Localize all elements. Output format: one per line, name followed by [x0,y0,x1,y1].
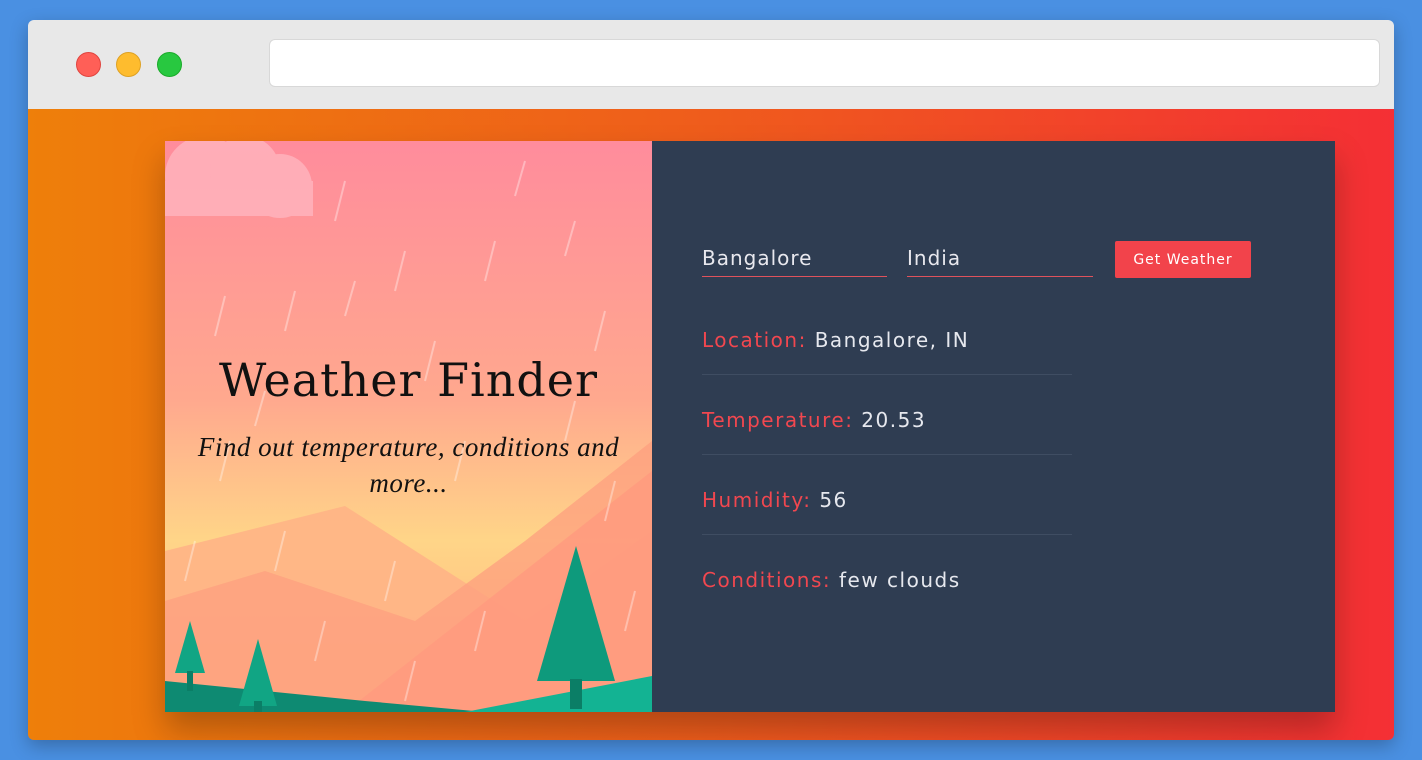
address-bar[interactable] [269,39,1380,87]
location-row: Location: Bangalore, IN [702,328,1072,375]
close-window-button[interactable] [76,52,101,77]
maximize-window-button[interactable] [157,52,182,77]
weather-card: Weather Finder Find out temperature, con… [165,141,1335,712]
conditions-label: Conditions: [702,568,832,592]
cloud-icon [165,141,313,218]
temperature-label: Temperature: [702,408,854,432]
browser-toolbar [28,20,1394,109]
city-input[interactable] [702,244,887,277]
location-value: Bangalore, IN [814,328,970,352]
weather-panel: Get Weather Location: Bangalore, IN Temp… [652,141,1335,712]
temperature-row: Temperature: 20.53 [702,408,1072,455]
browser-window: Weather Finder Find out temperature, con… [28,20,1394,740]
temperature-value: 20.53 [861,408,927,432]
page-title: Weather Finder [218,353,599,407]
hero-text: Weather Finder Find out temperature, con… [165,353,652,501]
humidity-row: Humidity: 56 [702,488,1072,535]
conditions-value: few clouds [838,568,961,592]
minimize-window-button[interactable] [116,52,141,77]
country-input[interactable] [907,244,1093,277]
conditions-row: Conditions: few clouds [702,568,1072,614]
location-label: Location: [702,328,807,352]
humidity-value: 56 [819,488,848,512]
page-background: Weather Finder Find out temperature, con… [28,109,1394,740]
page-subtitle: Find out temperature, conditions and mor… [197,432,620,498]
hero-illustration: Weather Finder Find out temperature, con… [165,141,652,712]
get-weather-button[interactable]: Get Weather [1115,241,1251,278]
humidity-label: Humidity: [702,488,812,512]
